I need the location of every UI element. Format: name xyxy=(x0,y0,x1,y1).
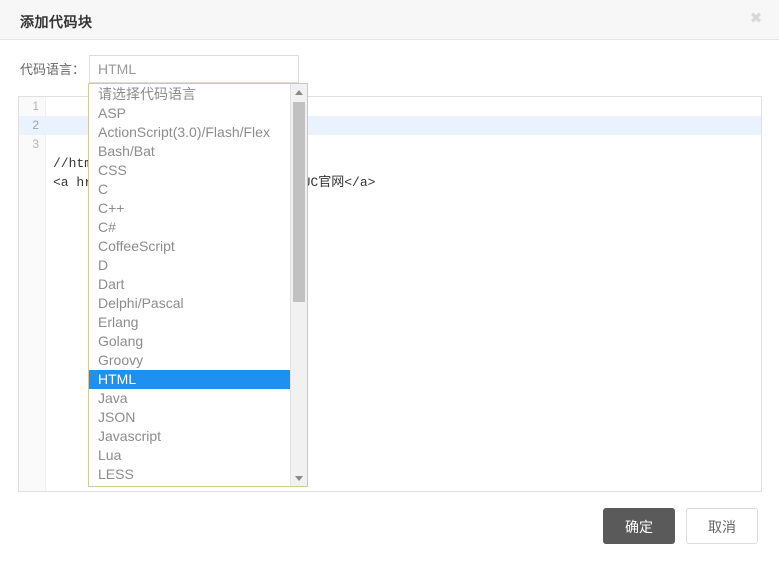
code-language-dropdown[interactable]: 请选择代码语言 ASP ActionScript(3.0)/Flash/Flex Ba… xyxy=(88,83,308,487)
dropdown-option[interactable]: Lua xyxy=(89,446,291,465)
dropdown-option[interactable]: LESS xyxy=(89,465,291,484)
scroll-up-arrow-icon[interactable] xyxy=(291,84,307,100)
dropdown-option[interactable]: Dart xyxy=(89,275,291,294)
close-icon[interactable]: ✖ xyxy=(747,10,765,28)
scroll-down-arrow-icon[interactable] xyxy=(291,470,307,486)
dropdown-option[interactable]: Golang xyxy=(89,332,291,351)
cancel-button[interactable]: 取消 xyxy=(686,508,758,544)
confirm-button[interactable]: 确定 xyxy=(603,508,675,544)
dropdown-option[interactable]: Bash/Bat xyxy=(89,142,291,161)
line-number: 3 xyxy=(32,137,39,151)
dropdown-option[interactable]: Erlang xyxy=(89,313,291,332)
page-title: 添加代码块 xyxy=(20,14,93,30)
dropdown-scrollbar[interactable] xyxy=(290,84,307,486)
dropdown-option[interactable]: CSS xyxy=(89,161,291,180)
dropdown-option[interactable]: CoffeeScript xyxy=(89,237,291,256)
dropdown-option-list[interactable]: 请选择代码语言 ASP ActionScript(3.0)/Flash/Flex Ba… xyxy=(89,84,291,486)
code-language-input[interactable] xyxy=(89,55,299,83)
dropdown-option[interactable]: C# xyxy=(89,218,291,237)
dropdown-option[interactable]: C++ xyxy=(89,199,291,218)
dialog-footer: 确定 取消 xyxy=(0,508,779,562)
dropdown-option[interactable]: ASP xyxy=(89,104,291,123)
dropdown-option[interactable]: Javascript xyxy=(89,427,291,446)
dropdown-option[interactable]: C xyxy=(89,180,291,199)
dropdown-option[interactable]: Groovy xyxy=(89,351,291,370)
dropdown-option[interactable]: HTML xyxy=(89,370,291,389)
dropdown-option[interactable]: ActionScript(3.0)/Flash/Flex xyxy=(89,123,291,142)
dropdown-option[interactable]: 请选择代码语言 xyxy=(89,85,291,104)
dropdown-option[interactable]: Delphi/Pascal xyxy=(89,294,291,313)
scrollbar-thumb[interactable] xyxy=(293,102,305,302)
line-number: 2 xyxy=(32,118,39,132)
line-number: 1 xyxy=(32,99,39,113)
language-form-row: 代码语言： xyxy=(0,55,779,85)
code-language-label: 代码语言： xyxy=(20,62,86,77)
dropdown-option[interactable]: JSON xyxy=(89,408,291,427)
dialog-header: 添加代码块 ✖ xyxy=(0,0,779,40)
dropdown-option[interactable]: D xyxy=(89,256,291,275)
dropdown-option[interactable]: Java xyxy=(89,389,291,408)
